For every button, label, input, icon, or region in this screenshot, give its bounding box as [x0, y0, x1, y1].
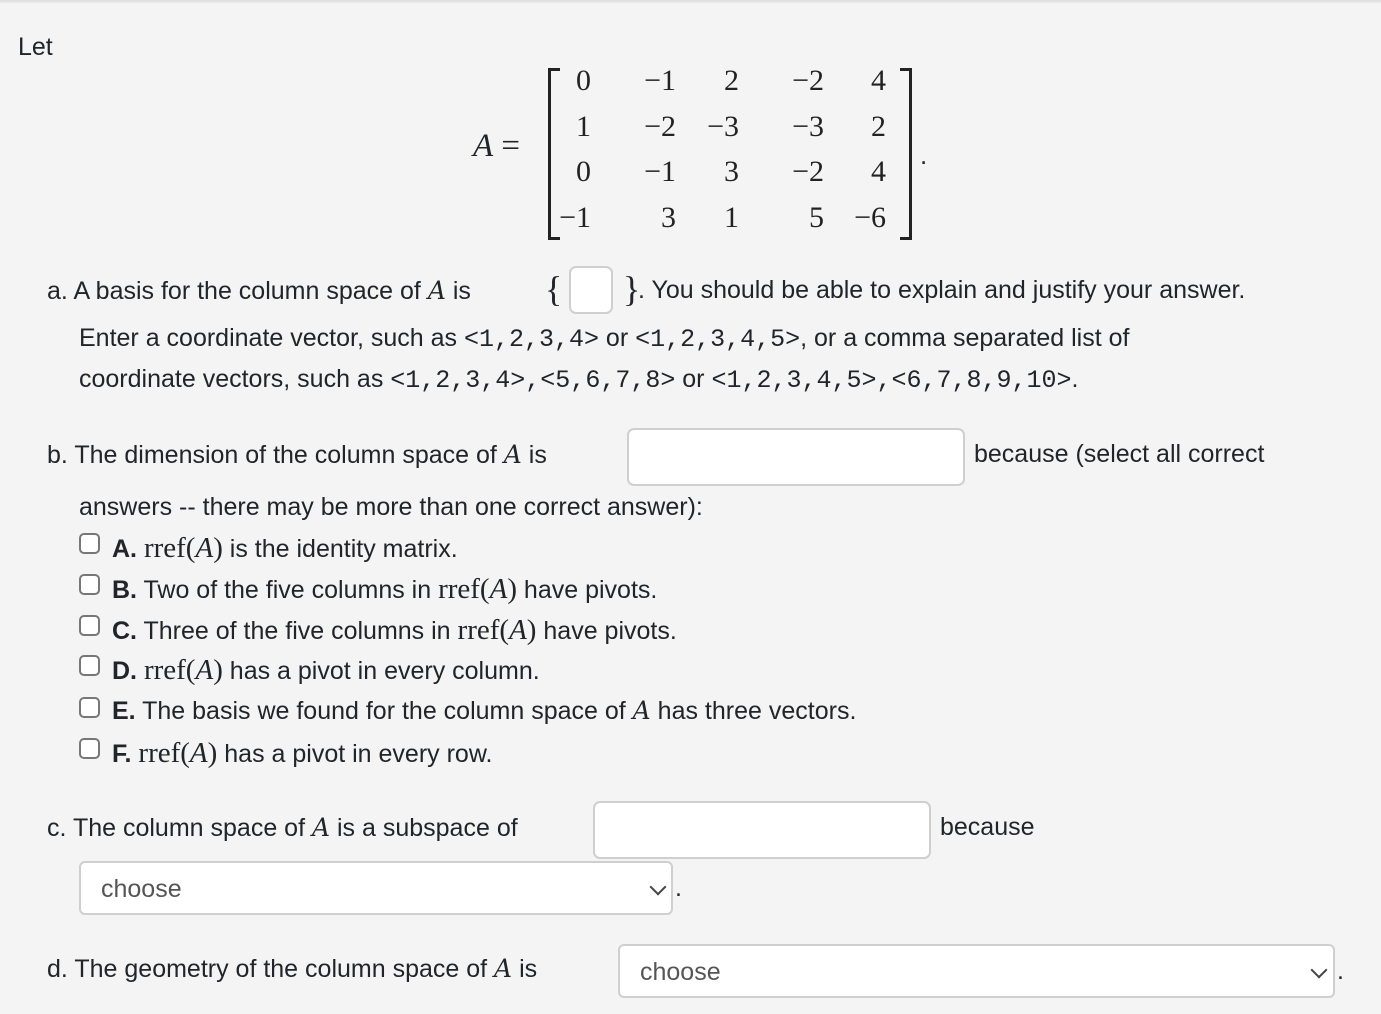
matrix-cell: −3 [707, 110, 739, 143]
option-text: has a pivot in every column. [222, 657, 540, 685]
subspace-reason-select[interactable]: choose [79, 861, 673, 915]
var-a: A [632, 696, 651, 725]
matrix-cell: 4 [871, 155, 886, 188]
option-text: is the identity matrix. [222, 535, 458, 563]
rref-expression: rref(A) [438, 573, 517, 605]
matrix-cell: −6 [854, 201, 886, 234]
subspace-input[interactable] [593, 801, 931, 859]
matrix-cell: −3 [792, 110, 824, 143]
geometry-select[interactable]: choose [618, 944, 1335, 998]
option-text: Two of the five columns in [137, 576, 439, 604]
checkbox[interactable] [79, 615, 100, 636]
part-c-text-after: is a subspace of [337, 814, 518, 842]
part-b-label: b. [47, 441, 68, 469]
part-a-text: A basis for the column space of [73, 277, 421, 305]
var-a: A [427, 276, 446, 305]
part-a-justify-text: . You should be able to explain and just… [638, 276, 1246, 304]
option-text: have pivots. [516, 576, 658, 604]
matrix-cell: 4 [871, 64, 886, 97]
rref-expression: rref(A) [143, 532, 223, 564]
right-bracket [900, 68, 912, 240]
top-border [0, 0, 1381, 3]
part-c-label: c. [47, 814, 67, 842]
part-d-label: d. [47, 955, 68, 983]
var-a: A [311, 813, 331, 842]
matrix-cell: 1 [576, 110, 591, 143]
part-a-hint-line2: coordinate vectors, such as <1,2,3,4>,<5… [79, 365, 1079, 395]
part-c-period: . [675, 874, 682, 902]
matrix-cell: −1 [644, 64, 676, 97]
rref-expression: rref(A) [138, 737, 218, 769]
option-text: The basis we found for the column space … [135, 697, 633, 725]
matrix-cell: −2 [792, 64, 824, 97]
example-vector: <1,2,3,4,5> [635, 325, 801, 354]
option-text: has a pivot in every row. [217, 740, 493, 768]
checkbox[interactable] [79, 655, 100, 676]
rref-expression: rref(A) [143, 654, 223, 686]
matrix-cell: 3 [661, 201, 676, 234]
part-d-text: The geometry of the column space of [74, 955, 488, 983]
part-c-text: The column space of [72, 814, 306, 842]
select-value: choose [640, 958, 721, 986]
select-value: choose [101, 875, 182, 903]
matrix-cell: −2 [644, 110, 676, 143]
matrix-cell: 3 [724, 155, 739, 188]
chevron-down-icon [1310, 961, 1328, 979]
matrix-cell: 1 [724, 201, 739, 234]
option-text: Three of the five columns in [137, 617, 458, 645]
part-b-is: is [528, 441, 547, 469]
option-letter: B. [112, 576, 137, 604]
example-vector-list: <1,2,3,4>,<5,6,7,8> [390, 366, 676, 395]
matrix-cell: 0 [576, 64, 591, 97]
matrix-cell: 5 [809, 201, 824, 234]
intro-text: Let [18, 33, 53, 61]
var-a: A [503, 440, 522, 469]
matrix-name: A [473, 128, 494, 164]
basis-input[interactable] [569, 266, 613, 314]
part-c-because: because [940, 813, 1035, 841]
part-a-is: is [452, 277, 471, 305]
option-letter: F. [112, 740, 132, 768]
part-b-because: because (select all correct [974, 440, 1265, 468]
checkbox[interactable] [79, 738, 100, 759]
matrix-period: . [920, 140, 928, 170]
matrix-cell: 0 [576, 155, 591, 188]
example-vector: <1,2,3,4> [463, 325, 599, 354]
var-a: A [494, 954, 513, 983]
matrix-cell: 2 [871, 110, 886, 143]
option-text: have pivots. [536, 617, 677, 645]
matrix-cell: −1 [559, 201, 591, 234]
part-b-text: The dimension of the column space of [74, 441, 497, 469]
matrix-cell: −2 [792, 155, 824, 188]
chevron-down-icon [649, 878, 667, 896]
brace-open: { [545, 269, 563, 309]
checkbox[interactable] [79, 574, 100, 595]
option-letter: D. [112, 657, 137, 685]
example-vector-list: <1,2,3,4,5>,<6,7,8,9,10> [711, 366, 1072, 395]
option-letter: A. [112, 535, 137, 563]
option-letter: C. [112, 617, 137, 645]
matrix-cell: −1 [644, 155, 676, 188]
option-text: has three vectors. [650, 697, 857, 725]
dimension-input[interactable] [627, 428, 965, 486]
part-d-is: is [519, 955, 538, 983]
matrix-cell: 2 [724, 64, 739, 97]
part-a-hint-line1: Enter a coordinate vector, such as <1,2,… [79, 324, 1130, 354]
part-a-label: a. [47, 277, 68, 305]
part-d-period: . [1337, 957, 1344, 985]
rref-expression: rref(A) [457, 614, 537, 646]
checkbox[interactable] [79, 697, 100, 718]
part-b-instructions: answers -- there may be more than one co… [79, 493, 703, 521]
option-letter: E. [112, 697, 136, 725]
equals-sign: = [501, 128, 521, 164]
checkbox[interactable] [79, 533, 100, 554]
